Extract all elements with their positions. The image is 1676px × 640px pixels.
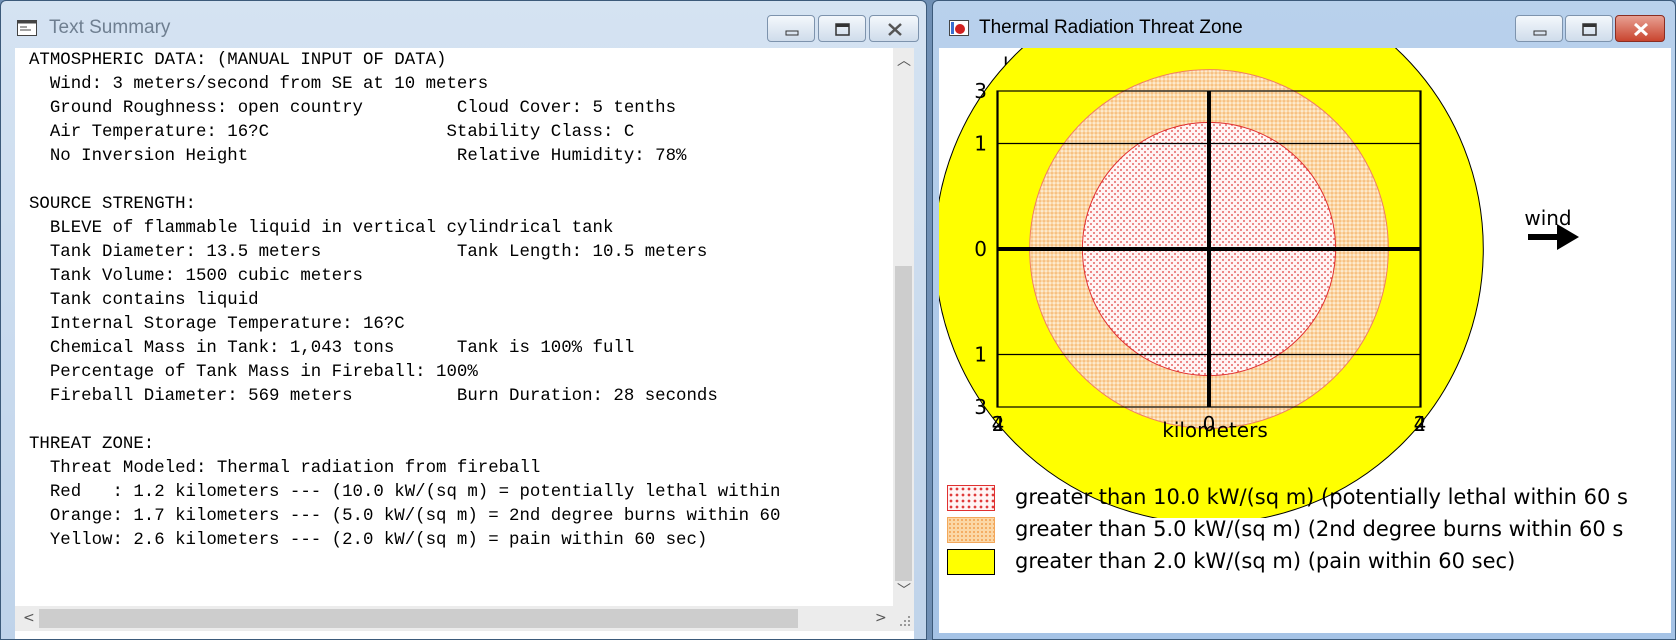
legend-label: greater than 2.0 kW/(sq m) (pain within … [1015,549,1516,573]
close-button[interactable] [1615,15,1665,42]
summary-line: Fireball Diameter: 569 meters Burn Durat… [29,387,718,406]
title-bar[interactable]: Thermal Radiation Threat Zone [933,1,1675,47]
horizontal-scroll-thumb[interactable] [39,609,798,628]
vertical-scrollbar[interactable]: ︿ ﹀ [893,48,914,606]
summary-line: SOURCE STRENGTH: [29,195,196,214]
title-bar[interactable]: Text Summary [1,1,926,47]
maximize-icon [835,23,850,36]
threat-zone-app-icon [949,20,969,36]
summary-line: THREAT ZONE: [29,435,155,454]
close-icon [1633,22,1649,37]
legend-swatch-orange-dots [947,517,995,543]
legend-swatch-yellow [947,549,995,575]
legend-label: greater than 10.0 kW/(sq m) (potentially… [1015,485,1628,509]
window-title: Thermal Radiation Threat Zone [979,17,1243,38]
minimize-button[interactable] [767,15,815,42]
y-tick-label: 1 [974,132,987,156]
summary-line: Orange: 1.7 kilometers --- (5.0 kW/(sq m… [29,507,781,526]
text-summary-panel: ATMOSPHERIC DATA: (MANUAL INPUT OF DATA)… [15,48,914,639]
legend-swatch-red-dots [947,485,995,511]
y-tick-label: 3 [974,79,987,103]
close-button[interactable] [869,15,919,42]
x-axis-label: kilometers [1162,418,1268,442]
summary-line: Chemical Mass in Tank: 1,043 tons Tank i… [29,339,635,358]
maximize-icon [1582,23,1597,36]
legend-row: greater than 2.0 kW/(sq m) (pain within … [939,549,1671,577]
text-summary-window: Text Summary ATMOSPHERIC DATA: (MANUAL I… [0,0,927,640]
y-tick-label: 1 [974,343,987,367]
minimize-icon [1533,30,1547,36]
summary-line: Percentage of Tank Mass in Fireball: 100… [29,363,478,382]
summary-line: Yellow: 2.6 kilometers --- (2.0 kW/(sq m… [29,531,708,550]
summary-line: Red : 1.2 kilometers --- (10.0 kW/(sq m)… [29,483,781,502]
resize-grip-icon[interactable] [893,606,914,631]
vertical-scroll-thumb[interactable] [895,266,912,581]
summary-line: Air Temperature: 16?C Stability Class: C [29,123,635,142]
legend-row: greater than 10.0 kW/(sq m) (potentially… [939,485,1671,513]
summary-line: Threat Modeled: Thermal radiation from f… [29,459,541,478]
x-tick-label: 2 [992,412,1005,436]
threat-zone-plot: kilometers 4202431013 kilometers wind [939,48,1579,518]
scroll-left-icon[interactable]: < [23,611,35,625]
summary-line: BLEVE of flammable liquid in vertical cy… [29,219,614,238]
summary-line: ATMOSPHERIC DATA: (MANUAL INPUT OF DATA) [29,51,447,70]
threat-zone-window: Thermal Radiation Threat Zone kilometers [932,0,1676,640]
y-tick-label: 0 [974,237,987,261]
minimize-icon [785,30,799,36]
legend-label: greater than 5.0 kW/(sq m) (2nd degree b… [1015,517,1624,541]
y-tick-label: 3 [974,395,987,419]
summary-line: Tank Volume: 1500 cubic meters [29,267,363,286]
window-title: Text Summary [49,17,171,38]
minimize-button[interactable] [1515,15,1563,42]
scroll-down-icon[interactable]: ﹀ [897,584,911,598]
summary-line: Ground Roughness: open country Cloud Cov… [29,99,677,118]
summary-line: Tank contains liquid [29,291,259,310]
scroll-up-icon[interactable]: ︿ [897,54,911,68]
summary-line: Internal Storage Temperature: 16?C [29,315,405,334]
wind-label: wind [1524,206,1571,230]
summary-line: No Inversion Height Relative Humidity: 7… [29,147,687,166]
maximize-button[interactable] [818,15,866,42]
x-tick-label: 4 [1414,412,1427,436]
scroll-right-icon[interactable]: > [875,611,887,625]
summary-line: Tank Diameter: 13.5 meters Tank Length: … [29,243,708,262]
maximize-button[interactable] [1565,15,1613,42]
threat-zone-plot-panel: kilometers 4202431013 kilometers wind gr… [939,48,1671,633]
app-icon [17,20,37,36]
horizontal-scrollbar[interactable]: < > [15,606,893,631]
summary-line: Wind: 3 meters/second from SE at 10 mete… [29,75,489,94]
close-icon [888,23,902,36]
summary-text-area[interactable]: ATMOSPHERIC DATA: (MANUAL INPUT OF DATA)… [15,48,893,606]
legend-row: greater than 5.0 kW/(sq m) (2nd degree b… [939,517,1671,545]
